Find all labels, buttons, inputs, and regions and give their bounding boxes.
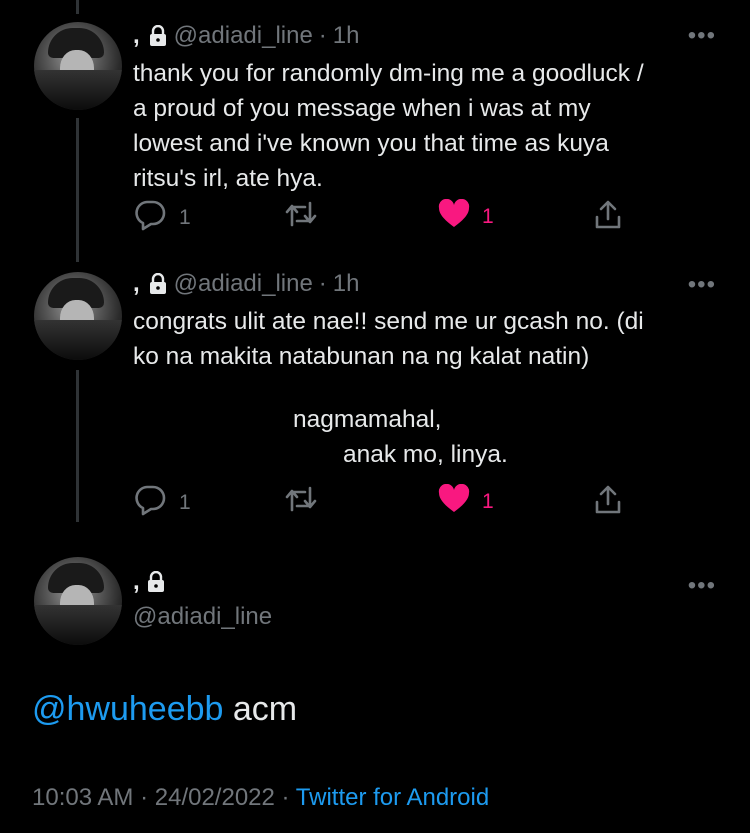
more-icon[interactable]: ••• (688, 22, 716, 50)
like-button[interactable]: 1 (438, 483, 494, 520)
reply-button[interactable]: 1 (133, 199, 191, 237)
main-display-name[interactable]: , (133, 568, 166, 596)
avatar-body-shape (34, 320, 122, 360)
source-link[interactable]: Twitter for Android (296, 784, 489, 811)
separator: · (281, 784, 290, 811)
lock-icon (148, 25, 168, 47)
reply-icon (133, 484, 167, 522)
lock-icon (148, 273, 168, 295)
mention-link[interactable]: @hwuheebb (32, 690, 223, 728)
display-name[interactable]: , (133, 270, 140, 298)
tweet-text-line: lowest and i've known you that time as k… (133, 130, 609, 157)
post-time: 10:03 AM (32, 784, 134, 811)
avatar[interactable] (34, 272, 122, 360)
avatar[interactable] (34, 22, 122, 110)
signature-line: nagmamahal, (293, 406, 442, 433)
tweet-text-line: ko na makita natabunan na ng kalat natin… (133, 343, 590, 370)
like-button[interactable]: 1 (438, 198, 494, 235)
timestamp[interactable]: 1h (333, 270, 360, 298)
retweet-button[interactable] (283, 199, 319, 235)
avatar-body-shape (34, 70, 122, 110)
timestamp[interactable]: 1h (333, 22, 360, 50)
handle[interactable]: @adiadi_line (174, 22, 313, 50)
handle[interactable]: @adiadi_line (174, 270, 313, 298)
tweet-text-line: ritsu's irl, ate hya. (133, 165, 323, 192)
avatar[interactable] (34, 557, 122, 645)
like-icon (438, 483, 470, 520)
retweet-icon (283, 199, 319, 235)
share-button[interactable] (593, 199, 623, 237)
tweet-text-line: congrats ulit ate nae!! send me ur gcash… (133, 308, 644, 335)
post-date: 24/02/2022 (154, 784, 275, 811)
reply-count: 1 (179, 491, 191, 514)
main-tweet-text: @hwuheebb acm (32, 690, 297, 729)
retweet-button[interactable] (283, 484, 319, 520)
separator: · (318, 22, 327, 49)
display-name[interactable]: , (133, 22, 140, 50)
share-icon (593, 484, 623, 522)
retweet-icon (283, 484, 319, 520)
share-button[interactable] (593, 484, 623, 522)
reply-button[interactable]: 1 (133, 484, 191, 522)
reply-icon (133, 199, 167, 237)
display-name: , (133, 568, 140, 595)
tweet-text-line: a proud of you message when i was at my (133, 95, 591, 122)
tweet-header: , @adiadi_line · 1h (133, 270, 360, 298)
action-bar: 1 1 (133, 483, 628, 520)
tweet-text: congrats ulit ate nae!! send me ur gcash… (133, 304, 693, 374)
more-icon[interactable]: ••• (688, 271, 716, 299)
handle[interactable]: @adiadi_line (133, 603, 272, 631)
separator: · (140, 784, 149, 811)
avatar-body-shape (34, 605, 122, 645)
share-icon (593, 199, 623, 237)
separator: · (318, 270, 327, 297)
tweet-meta: 10:03 AM · 24/02/2022 · Twitter for Andr… (32, 784, 489, 812)
tweet-header: , @adiadi_line · 1h (133, 22, 360, 50)
signature-line: anak mo, linya. (343, 441, 508, 468)
tweet-text: thank you for randomly dm-ing me a goodl… (133, 56, 693, 196)
lock-icon (146, 571, 166, 593)
reply-count: 1 (179, 206, 191, 229)
like-count: 1 (482, 490, 494, 513)
like-icon (438, 198, 470, 235)
like-count: 1 (482, 205, 494, 228)
more-icon[interactable]: ••• (688, 572, 716, 600)
thread-line-1 (76, 118, 79, 262)
main-text-body: acm (223, 690, 298, 728)
action-bar: 1 1 (133, 198, 628, 235)
thread-line-2 (76, 370, 79, 522)
tweet-text-line: thank you for randomly dm-ing me a goodl… (133, 60, 644, 87)
thread-line-top (76, 0, 79, 14)
